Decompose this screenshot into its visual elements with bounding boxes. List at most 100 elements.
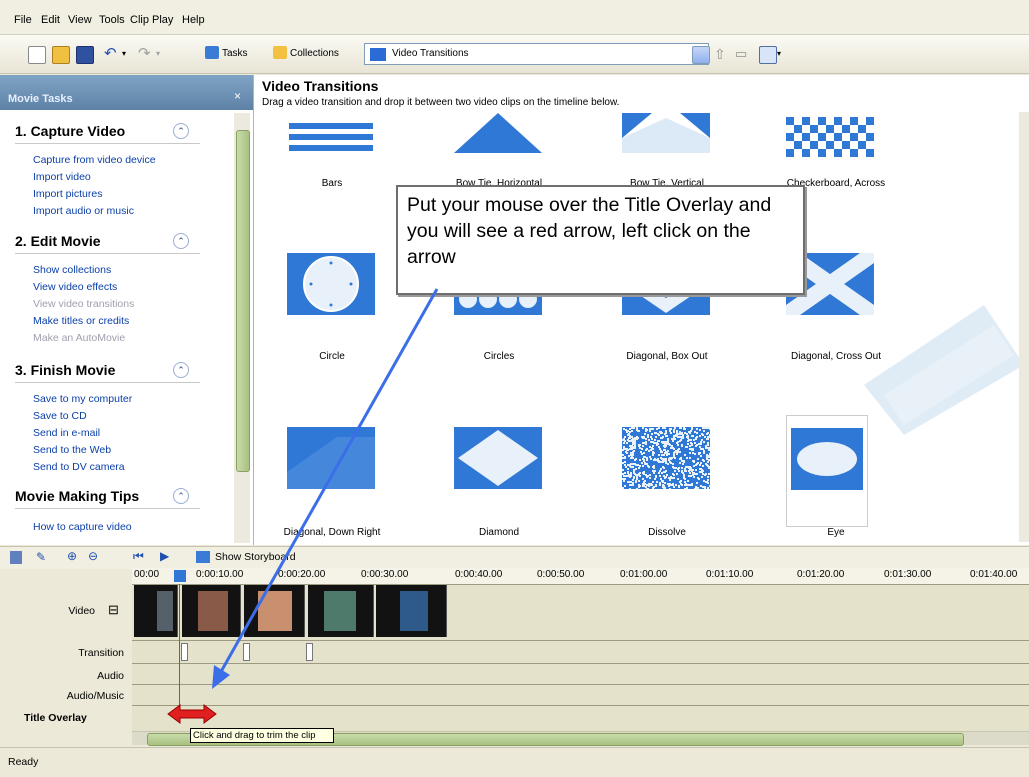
menu-help[interactable]: Help xyxy=(182,14,205,26)
trim-tooltip: Click and drag to trim the clip xyxy=(190,728,334,743)
section-capture-video[interactable]: 1. Capture Video xyxy=(15,123,125,139)
redo-icon[interactable]: ↷ xyxy=(138,46,154,62)
zoom-in-icon[interactable]: ⊕ xyxy=(67,549,77,563)
menu-clip[interactable]: Clip xyxy=(130,14,149,26)
transition-diamond[interactable] xyxy=(454,427,542,489)
expand-video-icon[interactable]: ⊟ xyxy=(108,602,119,618)
link-save-computer[interactable]: Save to my computer xyxy=(33,393,132,405)
collections-label: Collections xyxy=(290,48,339,59)
transition-checkerboard-across[interactable] xyxy=(786,113,874,175)
main-toolbar: ↶ ▾ ↷ ▾ Tasks Collections Video Transiti… xyxy=(0,35,1029,74)
transition-label: Eye xyxy=(827,527,845,538)
section-edit-movie[interactable]: 2. Edit Movie xyxy=(15,233,101,249)
bow-tie-horizontal-icon xyxy=(454,113,542,153)
ruler-tick: 0:01:20.00 xyxy=(797,569,845,580)
menu-file[interactable]: File xyxy=(14,14,32,26)
divider xyxy=(15,382,200,383)
collapse-finish-icon[interactable]: ⌃ xyxy=(173,362,189,378)
transition-marker[interactable] xyxy=(181,643,188,661)
redo-dropdown-icon[interactable]: ▾ xyxy=(156,46,172,62)
clip-thumbnail xyxy=(157,591,173,631)
link-send-dv[interactable]: Send to DV camera xyxy=(33,461,125,473)
section-movie-making-tips[interactable]: Movie Making Tips xyxy=(15,488,139,504)
menu-tools[interactable]: Tools xyxy=(99,14,125,26)
menu-play[interactable]: Play xyxy=(152,14,173,26)
menu-edit[interactable]: Edit xyxy=(41,14,60,26)
collapse-edit-icon[interactable]: ⌃ xyxy=(173,233,189,249)
tutorial-callout: Put your mouse over the Title Overlay an… xyxy=(396,185,805,295)
link-import-video[interactable]: Import video xyxy=(33,171,91,183)
collapse-tips-icon[interactable]: ⌃ xyxy=(173,488,189,504)
menu-bar: File Edit View Tools Clip Play Help xyxy=(0,0,1029,35)
status-text: Ready xyxy=(8,756,39,768)
content-scrollbar[interactable] xyxy=(1019,112,1029,542)
collection-select[interactable]: Video Transitions xyxy=(364,43,709,65)
link-view-video-effects[interactable]: View video effects xyxy=(33,281,117,293)
transition-eye[interactable] xyxy=(786,415,868,527)
playhead-marker[interactable] xyxy=(174,570,186,582)
track-label-audio: Audio xyxy=(97,670,124,682)
collections-button[interactable]: Collections xyxy=(273,45,339,63)
zoom-out-icon[interactable]: ⊖ xyxy=(88,549,98,563)
link-capture-device[interactable]: Capture from video device xyxy=(33,154,156,166)
content-description: Drag a video transition and drop it betw… xyxy=(262,97,620,108)
tasks-button[interactable]: Tasks xyxy=(205,45,248,63)
new-project-icon[interactable] xyxy=(28,46,46,64)
bow-tie-vertical-icon xyxy=(622,113,710,153)
callout-text: Put your mouse over the Title Overlay an… xyxy=(407,194,772,268)
ruler-tick: 0:01:10.00 xyxy=(706,569,754,580)
collection-dropdown-icon[interactable] xyxy=(692,46,710,64)
link-how-to-capture[interactable]: How to capture video xyxy=(33,521,132,533)
divider xyxy=(15,508,200,509)
link-make-titles[interactable]: Make titles or credits xyxy=(33,315,129,327)
ruler-tick: 00:00 xyxy=(134,569,160,580)
menu-view[interactable]: View xyxy=(68,14,92,26)
collapse-capture-icon[interactable]: ⌃ xyxy=(173,123,189,139)
ruler-tick: 0:00:50.00 xyxy=(537,569,585,580)
undo-dropdown-icon[interactable]: ▾ xyxy=(122,46,138,62)
link-send-web[interactable]: Send to the Web xyxy=(33,444,111,456)
new-collection-folder-icon[interactable]: ▭ xyxy=(735,46,751,62)
link-save-cd[interactable]: Save to CD xyxy=(33,410,87,422)
open-project-icon[interactable] xyxy=(52,46,70,64)
link-import-audio[interactable]: Import audio or music xyxy=(33,205,134,217)
ruler-tick: 0:00:40.00 xyxy=(455,569,503,580)
transition-bow-tie-vertical[interactable] xyxy=(622,113,710,175)
callout-arrow-icon xyxy=(212,288,439,689)
transition-bow-tie-horizontal[interactable] xyxy=(454,113,542,175)
play-timeline-icon[interactable]: ▶ xyxy=(160,549,169,563)
views-icon[interactable] xyxy=(759,46,777,64)
link-import-pictures[interactable]: Import pictures xyxy=(33,188,102,200)
ruler-tick: 0:01:00.00 xyxy=(620,569,668,580)
track-label-title-overlay: Title Overlay xyxy=(24,712,87,724)
transition-dissolve[interactable] xyxy=(622,427,710,489)
ruler-tick: 0:01:30.00 xyxy=(884,569,932,580)
timeline-toolbar: ✎ ⊕ ⊖ ⏮ ▶ Show Storyboard xyxy=(0,546,1029,569)
track-label-video: Video xyxy=(68,605,95,617)
narrate-icon[interactable]: ✎ xyxy=(36,550,46,564)
undo-icon[interactable]: ↶ xyxy=(104,46,120,62)
track-headers: Video ⊟ Transition Audio Audio/Music Tit… xyxy=(0,584,132,746)
save-project-icon[interactable] xyxy=(76,46,94,64)
rewind-icon[interactable]: ⏮ xyxy=(133,549,144,564)
tasks-label: Tasks xyxy=(222,48,248,59)
ruler-tick: 0:01:40.00 xyxy=(970,569,1018,580)
transition-label: Dissolve xyxy=(648,527,686,538)
checkerboard-icon xyxy=(786,117,874,157)
trim-arrow-icon[interactable] xyxy=(166,703,218,725)
status-bar: Ready xyxy=(0,747,1029,777)
content-title: Video Transitions xyxy=(262,78,379,94)
video-clip[interactable] xyxy=(155,585,178,637)
video-clip[interactable] xyxy=(134,585,156,637)
close-pane-icon[interactable]: × xyxy=(234,89,241,103)
section-finish-movie[interactable]: 3. Finish Movie xyxy=(15,362,115,378)
link-send-email[interactable]: Send in e-mail xyxy=(33,427,100,439)
transition-bars[interactable] xyxy=(287,113,375,175)
bars-icon xyxy=(287,113,375,175)
up-one-level-icon[interactable]: ⇧ xyxy=(714,46,730,62)
track-label-audio-music: Audio/Music xyxy=(66,690,124,702)
views-dropdown-icon[interactable]: ▾ xyxy=(777,46,793,62)
storyboard-view-icon[interactable] xyxy=(10,551,22,564)
link-show-collections[interactable]: Show collections xyxy=(33,264,111,276)
link-view-video-transitions: View video transitions xyxy=(33,298,135,310)
